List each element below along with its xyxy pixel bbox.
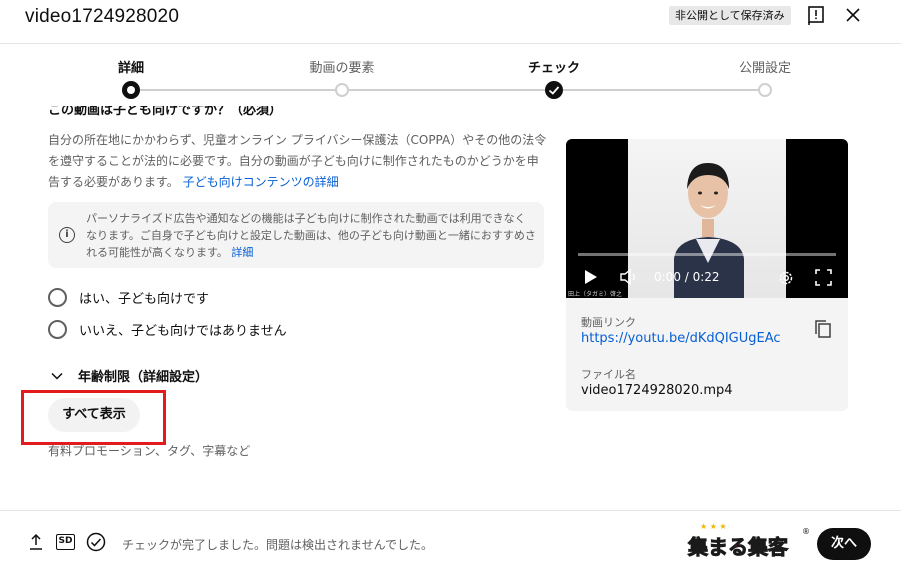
radio-made-for-kids[interactable]: はい、子ども向けです xyxy=(48,286,209,308)
settings-gear-icon[interactable] xyxy=(777,269,795,287)
chevron-down-icon xyxy=(51,372,63,380)
info-icon: i xyxy=(59,227,75,243)
dialog-footer: SD チェックが完了しました。問題は検出されませんでした。 ★ ★ ★ 集まる集… xyxy=(0,510,901,567)
check-icon xyxy=(548,86,560,95)
copy-icon[interactable] xyxy=(814,319,832,339)
step-visibility-dot[interactable] xyxy=(758,83,772,97)
upload-stepper: 詳細 動画の要素 チェック 公開設定 xyxy=(0,44,901,106)
info-details-link[interactable]: 詳細 xyxy=(231,246,253,259)
check-status-text: チェックが完了しました。問題は検出されませんでした。 xyxy=(122,538,434,552)
age-restriction-label: 年齢制限（詳細設定） xyxy=(78,370,209,385)
video-player[interactable]: 0:00 / 0:22 田上（タガミ）啓之 xyxy=(566,139,848,298)
alert-flag-icon[interactable] xyxy=(806,5,826,25)
radio-not-for-kids[interactable]: いいえ、子ども向けではありません xyxy=(48,318,287,340)
info-notice: i パーソナライズド広告や通知などの機能は子ども向けに制作された動画では利用でき… xyxy=(48,202,544,268)
close-icon[interactable] xyxy=(843,5,863,25)
video-preview-card: 0:00 / 0:22 田上（タガミ）啓之 動画リンク https://yout… xyxy=(566,139,848,411)
red-highlight-box xyxy=(21,390,166,445)
fullscreen-icon[interactable] xyxy=(815,269,832,286)
radio-no-label: いいえ、子ども向けではありません xyxy=(79,323,287,339)
volume-icon[interactable] xyxy=(620,269,640,285)
video-progress-bar[interactable] xyxy=(578,253,836,256)
radio-yes-label: はい、子ども向けです xyxy=(79,291,210,307)
svg-text:★ ★ ★: ★ ★ ★ xyxy=(700,522,727,531)
step-elements-label[interactable]: 動画の要素 xyxy=(309,57,374,76)
video-link-url[interactable]: https://youtu.be/dKdQIGUgEAc xyxy=(581,331,781,346)
file-name-label: ファイル名 xyxy=(581,368,636,381)
svg-text:集まる集客: 集まる集客 xyxy=(687,535,789,559)
age-restriction-toggle[interactable]: 年齢制限（詳細設定） xyxy=(50,366,208,385)
dialog-header: video1724928020 非公開として保存済み xyxy=(0,0,901,44)
radio-circle[interactable] xyxy=(48,287,67,307)
step-check-dot[interactable] xyxy=(545,81,563,99)
sd-quality-icon[interactable]: SD xyxy=(56,534,75,550)
kids-content-link[interactable]: 子ども向けコンテンツの詳細 xyxy=(183,175,339,189)
video-link-label: 動画リンク xyxy=(581,316,636,329)
coppa-description: 自分の所在地にかかわらず、児童オンライン プライバシー保護法（COPPA）やその… xyxy=(48,130,548,193)
atsumaru-shukyaku-logo: ★ ★ ★ 集まる集客 ® xyxy=(687,522,811,560)
step-check-label[interactable]: チェック xyxy=(528,57,580,76)
play-icon[interactable] xyxy=(584,269,598,285)
radio-circle[interactable] xyxy=(48,319,67,339)
check-circle-icon[interactable] xyxy=(86,532,106,552)
info-notice-text: パーソナライズド広告や通知などの機能は子ども向けに制作された動画では利用できなく… xyxy=(86,210,536,261)
video-title: video1724928020 xyxy=(25,6,180,27)
step-details-label[interactable]: 詳細 xyxy=(118,57,144,76)
saved-status-badge: 非公開として保存済み xyxy=(669,6,791,25)
stepper-track xyxy=(131,89,765,91)
file-name-value: video1724928020.mp4 xyxy=(581,383,733,398)
next-button[interactable]: 次へ xyxy=(817,528,871,560)
video-time-readout: 0:00 / 0:22 xyxy=(654,270,720,284)
video-credit-caption: 田上（タガミ）啓之 xyxy=(568,291,623,298)
step-elements-dot[interactable] xyxy=(335,83,349,97)
step-visibility-label[interactable]: 公開設定 xyxy=(739,57,791,76)
step-details-dot[interactable] xyxy=(122,81,140,99)
svg-text:®: ® xyxy=(802,527,810,536)
info-notice-body: パーソナライズド広告や通知などの機能は子ども向けに制作された動画では利用できなく… xyxy=(86,212,536,259)
upload-icon[interactable] xyxy=(28,533,44,551)
show-all-subtext: 有料プロモーション、タグ、字幕など xyxy=(48,444,251,458)
kids-question-heading: この動画は子ども向けですか？（必須） xyxy=(48,106,283,118)
